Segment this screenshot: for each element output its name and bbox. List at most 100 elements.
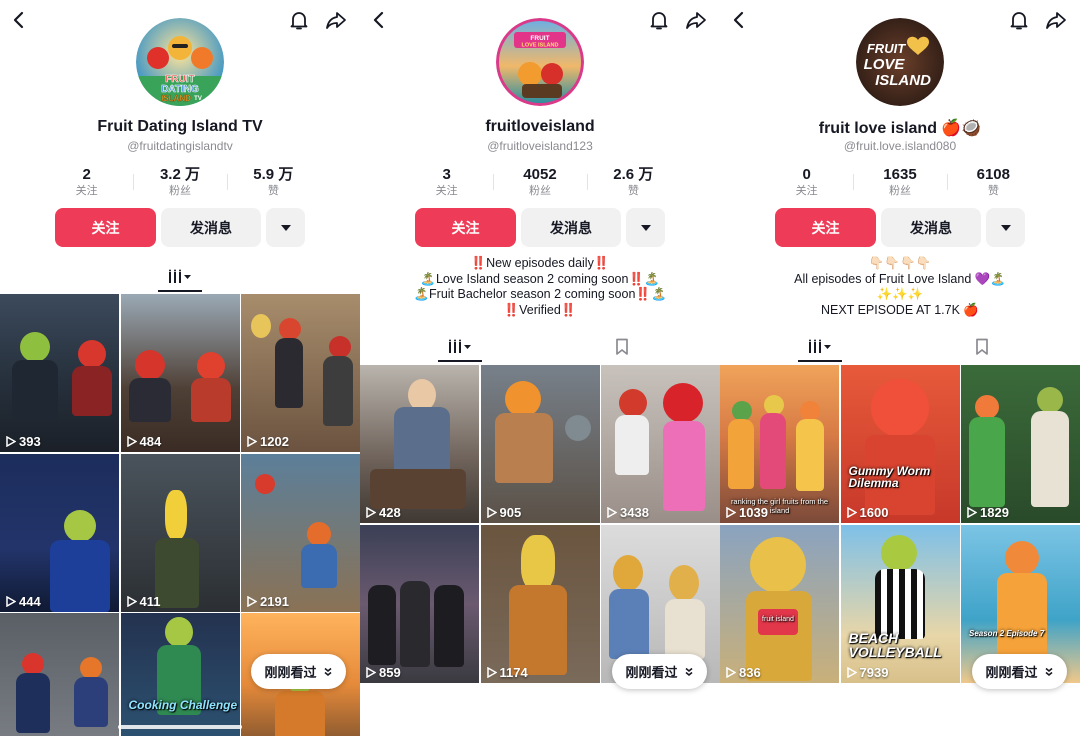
bell-icon[interactable] [1007,8,1031,32]
play-icon [967,507,977,518]
play-icon [846,507,857,518]
avatar-logo-text: FRUIT [867,41,906,56]
view-count: 836 [725,665,761,680]
stat-following[interactable]: 2 关注 [40,166,133,198]
play-icon [846,666,857,678]
recently-viewed-button[interactable]: 刚刚看过 [972,654,1067,689]
video-thumbnail[interactable]: 1174 [480,524,600,683]
profile-panel-fruit-dating-island-tv: FRUIT DATING ISLAND TV Fruit Dating Isla… [0,0,360,736]
stat-likes[interactable]: 5.9 万赞 [226,166,320,198]
video-thumbnail[interactable]: 1829 [961,365,1080,523]
video-thumbnail[interactable]: 905 [480,365,600,523]
video-grid: ranking the girl fruits from the island … [720,365,1080,683]
profile-name: Fruit Dating Island TV [97,118,263,135]
dropdown-caret-icon[interactable] [986,208,1025,247]
action-buttons: 关注 发消息 [415,208,665,247]
follow-button[interactable]: 关注 [55,208,156,247]
dropdown-caret-icon[interactable] [626,208,665,247]
play-icon [247,595,257,607]
grid-videos-icon [449,339,471,353]
stat-following[interactable]: 0 关注 [760,166,853,198]
view-count: 444 [5,594,41,609]
avatar-logo-text: LOVE ISLAND [522,43,559,49]
view-count: 1829 [966,505,1009,520]
follow-button[interactable]: 关注 [775,208,876,247]
tab-saved[interactable] [604,332,640,362]
tab-saved[interactable] [964,332,1000,362]
action-buttons: 关注 发消息 [55,208,305,247]
share-icon[interactable] [324,8,348,32]
stat-following[interactable]: 3 关注 [400,166,493,198]
video-caption: fruit island [762,615,794,623]
avatar[interactable]: FRUIT LOVE ISLAND [496,18,584,106]
profile-bio: 👇🏻👇🏻👇🏻👇🏻 All episodes of Fruit Love Isla… [720,256,1080,318]
back-arrow-icon[interactable] [367,8,391,32]
profile-name: fruitloveisland [485,118,595,135]
share-icon[interactable] [684,8,708,32]
view-count: 1174 [486,665,528,680]
stat-followers[interactable]: 1635 粉丝 [853,166,946,198]
back-arrow-icon[interactable] [727,8,751,32]
tab-videos[interactable] [158,262,202,292]
video-caption: Season 2 Episode 7 [969,628,1045,638]
video-thumbnail[interactable]: Gummy Worm Dilemma 1600 [840,365,960,523]
tab-videos[interactable] [438,332,482,362]
grid-videos-icon [809,339,831,353]
video-thumbnail[interactable]: 428 [360,365,479,523]
video-thumbnail[interactable]: 1202 [241,294,360,452]
bell-icon[interactable] [647,8,671,32]
stat-followers[interactable]: 3.2 万粉丝 [133,166,226,198]
avatar[interactable]: FRUIT DATING ISLAND TV [136,18,224,106]
dropdown-caret-icon[interactable] [266,208,305,247]
recently-viewed-button[interactable]: 刚刚看过 [612,654,707,689]
video-thumbnail[interactable]: ranking the girl fruits from the island … [720,365,839,523]
follow-button[interactable]: 关注 [415,208,516,247]
bell-icon[interactable] [287,8,311,32]
bookmark-icon [976,338,988,355]
video-thumbnail[interactable]: 411 [120,453,240,612]
profile-name: fruit love island 🍎🥥 [818,120,982,137]
stat-likes[interactable]: 2.6 万赞 [586,166,680,198]
view-count: 428 [365,505,401,520]
stat-likes[interactable]: 6108 赞 [946,166,1040,198]
video-thumbnail[interactable] [0,613,119,736]
video-thumbnail[interactable]: BEACH VOLLEYBALL 7939 [840,524,960,683]
video-thumbnail[interactable]: 3438 [601,365,720,523]
bio-line: ‼️Verified‼️ [503,302,577,317]
bio-line: 🏝️Fruit Bachelor season 2 coming soon‼️🏝… [413,287,667,301]
video-caption: Gummy Worm Dilemma [848,464,931,490]
share-icon[interactable] [1044,8,1068,32]
stat-followers[interactable]: 4052 粉丝 [493,166,586,198]
message-button[interactable]: 发消息 [881,208,981,247]
play-icon [726,507,736,518]
home-indicator [838,725,962,729]
avatar[interactable]: FRUIT LOVE ISLAND [856,18,944,106]
bio-line: 👇🏻👇🏻👇🏻👇🏻 [868,256,932,270]
grid-videos-icon [169,269,191,283]
view-count: 1600 [846,505,888,520]
content-tabs [0,262,360,292]
play-icon [486,507,497,518]
video-thumbnail[interactable]: 859 [360,524,479,683]
play-icon [126,436,137,447]
video-thumbnail[interactable]: Cooking Challenge [120,613,240,736]
video-thumbnail[interactable]: 484 [120,294,240,452]
video-thumbnail[interactable]: 393 [0,294,119,452]
view-count: 393 [5,434,41,449]
play-icon [6,436,16,447]
play-icon [6,595,16,607]
avatar-logo-text: TV [194,96,202,102]
video-thumbnail[interactable]: 2191 [241,453,360,612]
view-count: 1039 [725,505,768,520]
profile-stats: 0 关注 1635 粉丝 6108 赞 [760,166,1040,198]
back-arrow-icon[interactable] [7,8,31,32]
profile-panel-fruit-love-island: FRUIT LOVE ISLAND fruit love island 🍎🥥 @… [720,0,1080,736]
message-button[interactable]: 发消息 [521,208,621,247]
video-thumbnail[interactable]: fruit island 836 [720,524,839,683]
video-thumbnail[interactable]: 444 [0,453,119,612]
recently-viewed-button[interactable]: 刚刚看过 [251,654,346,689]
home-indicator [478,725,602,729]
message-button[interactable]: 发消息 [161,208,261,247]
tab-videos[interactable] [798,332,842,362]
play-icon [366,666,376,678]
